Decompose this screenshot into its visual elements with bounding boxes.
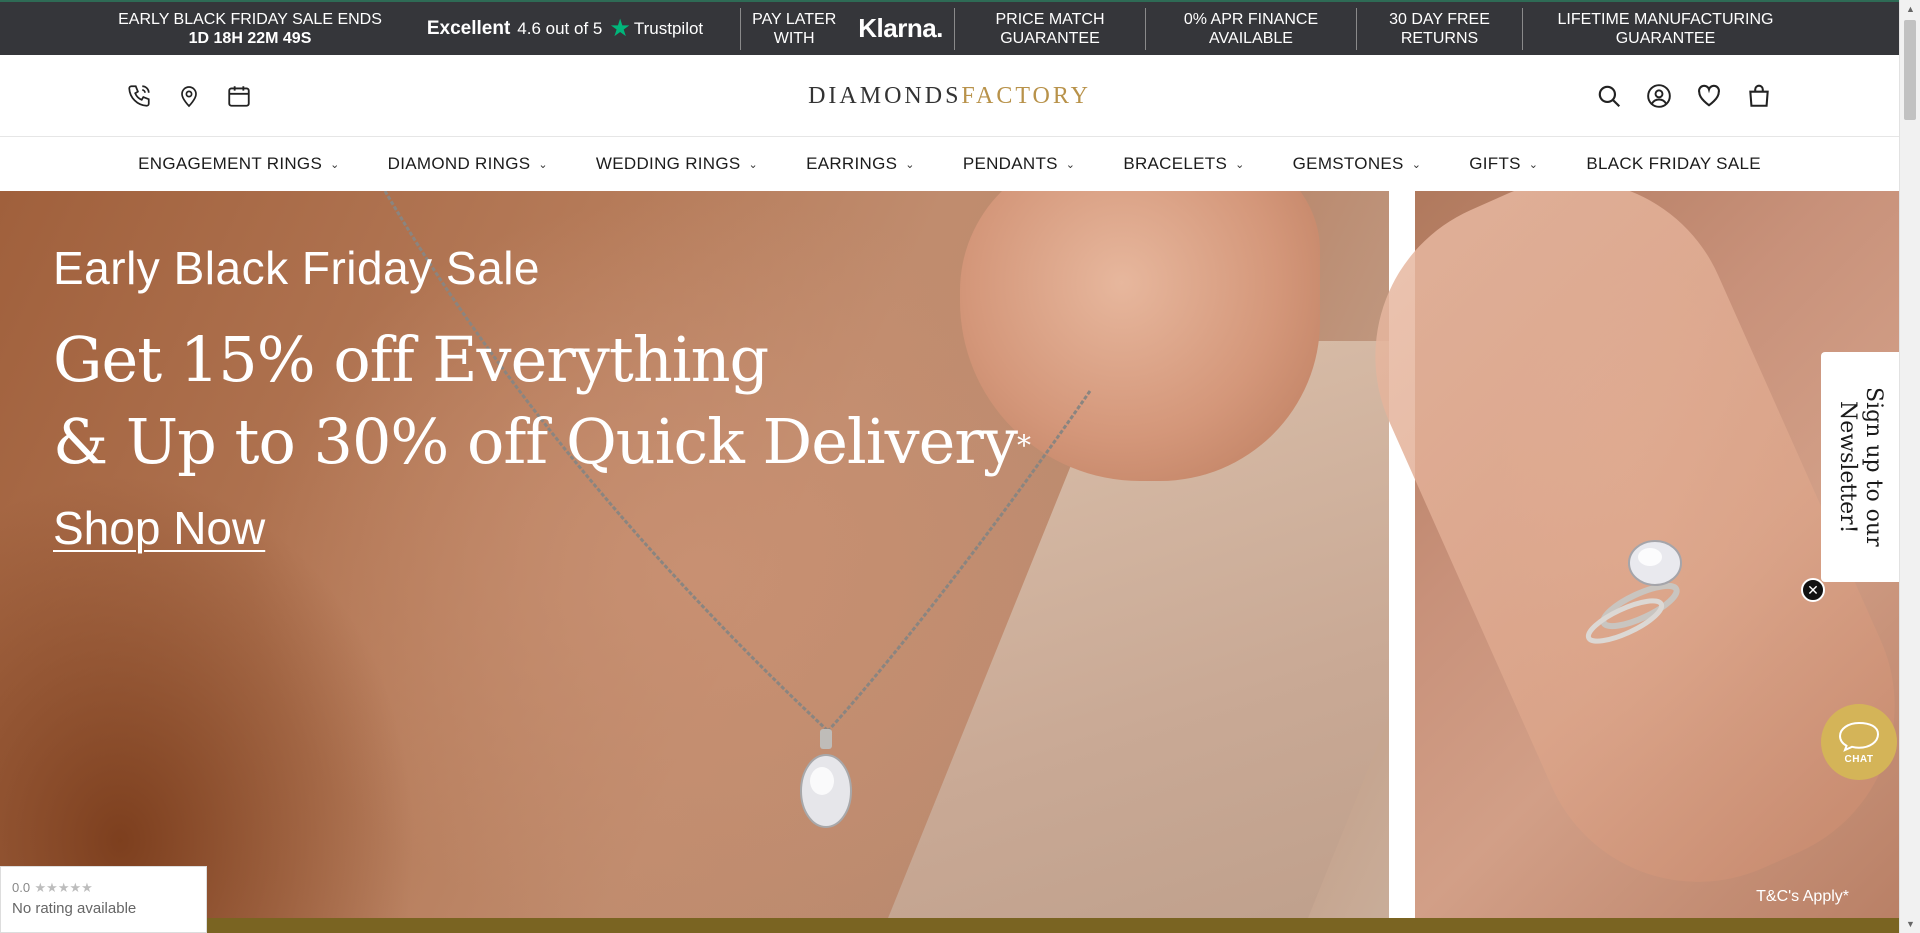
chevron-down-icon: ⌄: [330, 158, 340, 171]
nav-label: BRACELETS: [1123, 154, 1228, 173]
hero-headline: Get 15% off Everything & Up to 30% off Q…: [53, 319, 1031, 483]
bottom-accent-bar: [207, 918, 1899, 933]
hero-subtitle: Early Black Friday Sale: [53, 242, 540, 294]
chevron-down-icon: ⌄: [748, 158, 759, 171]
nav-label: WEDDING RINGS: [595, 154, 741, 173]
nav-gemstones[interactable]: GEMSTONES ⌄: [1269, 137, 1446, 191]
nav-engagement-rings[interactable]: ENGAGEMENT RINGS ⌄: [114, 137, 364, 191]
chat-label: CHAT: [1844, 753, 1874, 765]
hero-headline-line2: & Up to 30% off Quick Delivery: [53, 405, 1018, 478]
nav-bracelets[interactable]: BRACELETS ⌄: [1099, 137, 1268, 191]
nav-gifts[interactable]: GIFTS ⌄: [1445, 137, 1562, 191]
apr-finance[interactable]: 0% APR FINANCE AVAILABLE: [1146, 2, 1356, 55]
nav-label: GIFTS: [1469, 154, 1521, 173]
klarna-logo: Klarna.: [858, 13, 943, 43]
newsletter-signup-tab[interactable]: Sign up to our Newsletter!: [1821, 352, 1899, 582]
page-scrollbar[interactable]: ▲ ▼: [1899, 0, 1920, 933]
promo-bar: EARLY BLACK FRIDAY SALE ENDS 1D 18H 22M …: [0, 0, 1899, 55]
nav-label: ENGAGEMENT RINGS: [138, 154, 323, 173]
chevron-down-icon: ⌄: [905, 158, 915, 171]
returns-line2: RETURNS: [1400, 29, 1479, 47]
free-returns[interactable]: 30 DAY FREE RETURNS: [1357, 2, 1522, 55]
price-match-line2: GUARANTEE: [1000, 29, 1100, 47]
chat-button[interactable]: CHAT: [1821, 704, 1897, 780]
rating-score: 0.0: [12, 880, 31, 895]
rating-widget[interactable]: 0.0 ★★★★★ No rating available: [0, 866, 207, 933]
nav-wedding-rings[interactable]: WEDDING RINGS ⌄: [572, 137, 782, 191]
price-match-line1: PRICE MATCH: [995, 10, 1105, 28]
rating-stars-icon: ★★★★★: [34, 880, 93, 895]
scroll-thumb[interactable]: [1904, 20, 1916, 120]
chevron-down-icon: ⌄: [538, 158, 548, 171]
nav-label: EARRINGS: [806, 154, 898, 173]
nav-label: GEMSTONES: [1292, 154, 1404, 173]
klarna-pay-later[interactable]: PAY LATER WITH Klarna.: [741, 2, 954, 55]
account-icon[interactable]: [1643, 80, 1675, 112]
trustpilot-brand: Trustpilot: [633, 19, 704, 38]
main-nav: ENGAGEMENT RINGS ⌄ DIAMOND RINGS ⌄ WEDDING…: [0, 137, 1899, 191]
hero-asterisk: *: [1016, 429, 1031, 462]
hero-text: Early Black Friday Sale Get 15% off Ever…: [53, 241, 1031, 555]
trustpilot-rating[interactable]: Excellent 4.6 out of 5 ★ Trustpilot: [390, 2, 740, 55]
scroll-up-arrow-icon[interactable]: ▲: [1900, 0, 1920, 18]
cart-bag-icon[interactable]: [1743, 80, 1775, 112]
lifetime-guarantee[interactable]: LIFETIME MANUFACTURING GUARANTEE: [1523, 2, 1808, 55]
search-icon[interactable]: [1593, 80, 1625, 112]
chevron-down-icon: ⌄: [1065, 158, 1076, 171]
chat-bubble-icon: [1838, 721, 1880, 752]
close-icon[interactable]: ✕: [1801, 578, 1825, 602]
nav-diamond-rings[interactable]: DIAMOND RINGS ⌄: [364, 137, 572, 191]
lifetime-line1: LIFETIME MANUFACTURING: [1557, 10, 1774, 28]
apr-line2: AVAILABLE: [1209, 29, 1293, 47]
trustpilot-excellent: Excellent: [426, 18, 511, 39]
chevron-down-icon: ⌄: [1235, 158, 1245, 171]
site-header: DIAMONDSFACTORY: [0, 55, 1899, 137]
nav-label: PENDANTS: [962, 154, 1058, 173]
trustpilot-star-icon: ★: [609, 14, 631, 42]
nav-earrings[interactable]: EARRINGS ⌄: [782, 137, 939, 191]
shop-now-link[interactable]: Shop Now: [53, 501, 265, 555]
sale-countdown[interactable]: EARLY BLACK FRIDAY SALE ENDS 1D 18H 22M …: [110, 2, 390, 55]
nav-label: BLACK FRIDAY SALE: [1586, 154, 1761, 173]
trustpilot-score: 4.6 out of 5: [517, 19, 603, 38]
wishlist-heart-icon[interactable]: [1693, 80, 1725, 112]
logo-diamonds: DIAMONDS: [808, 83, 962, 109]
apr-line1: 0% APR FINANCE: [1183, 10, 1319, 28]
terms-apply[interactable]: T&C's Apply*: [1756, 888, 1849, 906]
sale-countdown-label: EARLY BLACK FRIDAY SALE ENDS: [118, 10, 382, 28]
nav-pendants[interactable]: PENDANTS ⌄: [939, 137, 1100, 191]
nav-black-friday-sale[interactable]: BLACK FRIDAY SALE: [1562, 137, 1785, 191]
klarna-line1: PAY LATER: [752, 10, 837, 28]
scroll-down-arrow-icon[interactable]: ▼: [1900, 915, 1920, 933]
hero-headline-line1: Get 15% off Everything: [53, 323, 769, 396]
klarna-line2: WITH: [773, 29, 815, 47]
lifetime-line2: GUARANTEE: [1615, 29, 1716, 47]
returns-line1: 30 DAY FREE: [1389, 10, 1490, 28]
hero-banner[interactable]: T&C's Apply* Early Black Friday Sale Get…: [0, 191, 1899, 918]
sale-countdown-timer: 1D 18H 22M 49S: [188, 29, 312, 47]
price-match[interactable]: PRICE MATCH GUARANTEE: [955, 2, 1145, 55]
logo-factory: FACTORY: [961, 83, 1091, 109]
chevron-down-icon: ⌄: [1411, 158, 1422, 171]
newsletter-label: Sign up to our Newsletter!: [1835, 387, 1886, 547]
rating-text: No rating available: [12, 900, 137, 917]
chevron-down-icon: ⌄: [1528, 158, 1539, 171]
nav-label: DIAMOND RINGS: [387, 154, 531, 173]
